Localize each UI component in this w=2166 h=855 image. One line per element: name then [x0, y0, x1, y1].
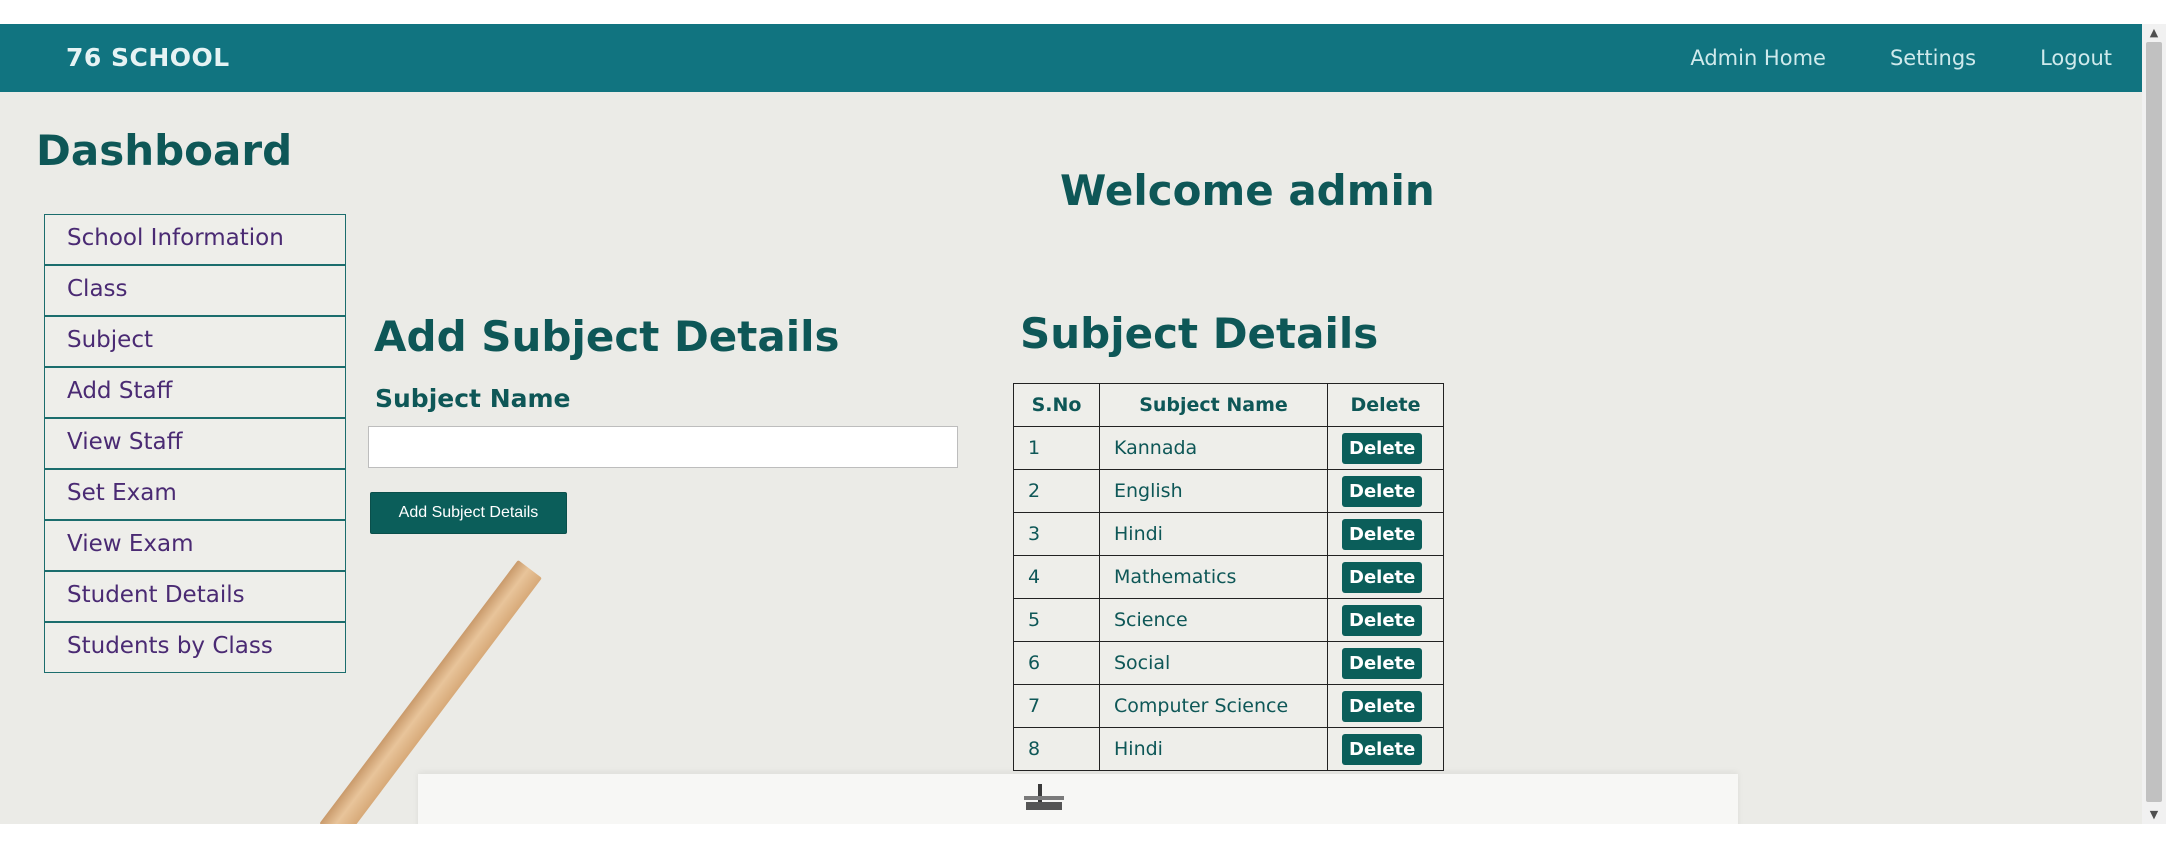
triangle-down-icon[interactable]: ▼ [2142, 806, 2166, 824]
sidebar-item-subject[interactable]: Subject [44, 316, 346, 367]
nav-links: Admin Home Settings Logout [1626, 24, 2112, 92]
delete-button[interactable]: Delete [1342, 647, 1423, 679]
triangle-up-icon[interactable]: ▲ [2142, 24, 2166, 42]
add-subject-button[interactable]: Add Subject Details [370, 492, 567, 534]
subject-details-title: Subject Details [1020, 309, 1379, 358]
table-header-row: S.No Subject Name Delete [1013, 383, 1444, 427]
table-row: 1 Kannada Delete [1013, 426, 1444, 470]
table-row: 8 Hindi Delete [1013, 727, 1444, 771]
row-sno: 4 [1013, 555, 1100, 599]
top-navbar: 76 SCHOOL Admin Home Settings Logout [0, 24, 2142, 92]
sidebar-item-add-staff[interactable]: Add Staff [44, 367, 346, 418]
sidebar-menu: School Information Class Subject Add Sta… [44, 214, 346, 673]
dashboard-title: Dashboard [36, 126, 293, 175]
column-header-sno: S.No [1013, 383, 1100, 427]
nav-admin-home[interactable]: Admin Home [1690, 24, 1826, 92]
row-subject-name: Hindi [1099, 727, 1328, 771]
row-subject-name: Science [1099, 598, 1328, 642]
delete-button[interactable]: Delete [1342, 561, 1423, 593]
table-row: 5 Science Delete [1013, 598, 1444, 642]
row-sno: 1 [1013, 426, 1100, 470]
row-sno: 3 [1013, 512, 1100, 556]
row-subject-name: Mathematics [1099, 555, 1328, 599]
subject-details-table: S.No Subject Name Delete 1 Kannada Delet… [1013, 383, 1444, 771]
table-row: 2 English Delete [1013, 469, 1444, 513]
row-subject-name: Social [1099, 641, 1328, 685]
delete-button[interactable]: Delete [1342, 690, 1423, 722]
page-viewport: 76 SCHOOL Admin Home Settings Logout Das… [0, 24, 2142, 824]
column-header-delete: Delete [1327, 383, 1444, 427]
add-subject-title: Add Subject Details [374, 312, 840, 361]
sidebar-item-view-exam[interactable]: View Exam [44, 520, 346, 571]
table-row: 7 Computer Science Delete [1013, 684, 1444, 728]
row-sno: 2 [1013, 469, 1100, 513]
sidebar-item-class[interactable]: Class [44, 265, 346, 316]
row-sno: 5 [1013, 598, 1100, 642]
table-row: 4 Mathematics Delete [1013, 555, 1444, 599]
row-sno: 8 [1013, 727, 1100, 771]
delete-button[interactable]: Delete [1342, 518, 1423, 550]
subject-name-input[interactable] [368, 426, 958, 468]
delete-button[interactable]: Delete [1342, 475, 1423, 507]
row-sno: 7 [1013, 684, 1100, 728]
column-header-subject-name: Subject Name [1099, 383, 1328, 427]
table-row: 6 Social Delete [1013, 641, 1444, 685]
background-paper [418, 774, 1738, 824]
scrollbar-thumb[interactable] [2146, 42, 2162, 802]
row-subject-name: Hindi [1099, 512, 1328, 556]
sidebar-item-student-details[interactable]: Student Details [44, 571, 346, 622]
row-sno: 6 [1013, 641, 1100, 685]
row-subject-name: Computer Science [1099, 684, 1328, 728]
delete-button[interactable]: Delete [1342, 432, 1423, 464]
binder-clip-icon [1024, 784, 1064, 810]
sidebar-item-school-information[interactable]: School Information [44, 214, 346, 265]
nav-settings[interactable]: Settings [1890, 24, 1976, 92]
row-subject-name: Kannada [1099, 426, 1328, 470]
welcome-heading: Welcome admin [1060, 166, 1435, 215]
row-subject-name: English [1099, 469, 1328, 513]
vertical-scrollbar[interactable]: ▲ ▼ [2142, 24, 2166, 824]
sidebar-item-students-by-class[interactable]: Students by Class [44, 622, 346, 673]
delete-button[interactable]: Delete [1342, 604, 1423, 636]
sidebar-item-view-staff[interactable]: View Staff [44, 418, 346, 469]
table-row: 3 Hindi Delete [1013, 512, 1444, 556]
subject-name-label: Subject Name [375, 384, 571, 413]
brand-logo[interactable]: 76 SCHOOL [66, 24, 230, 92]
delete-button[interactable]: Delete [1342, 733, 1423, 765]
nav-logout[interactable]: Logout [2040, 24, 2112, 92]
sidebar-item-set-exam[interactable]: Set Exam [44, 469, 346, 520]
